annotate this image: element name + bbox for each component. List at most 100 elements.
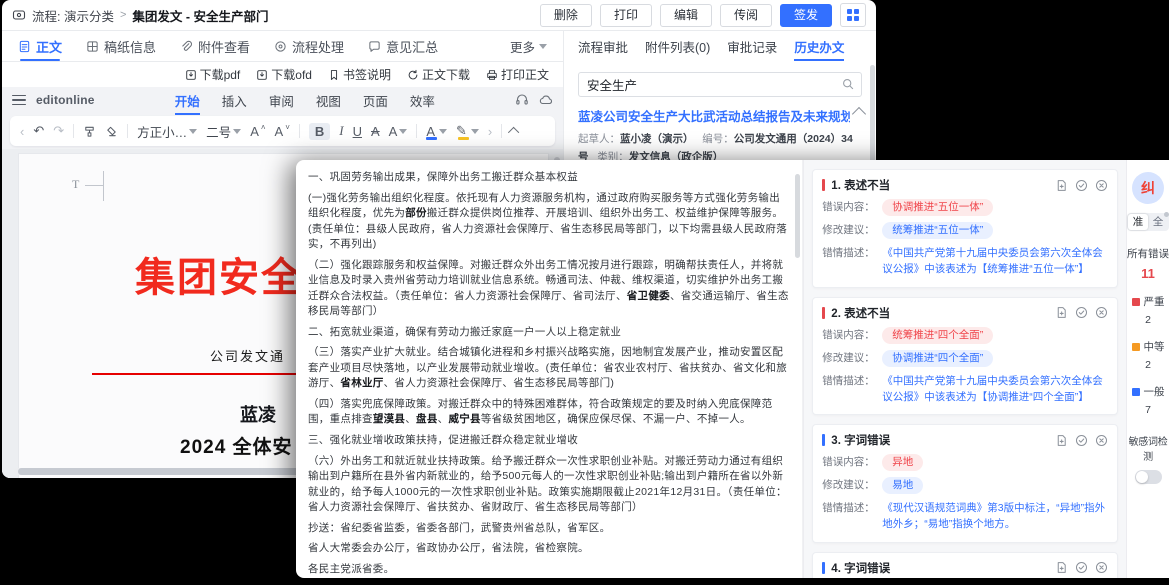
- document-paragraph: （三）落实产业扩大就业。结合城镇化进程和乡村振兴战略实施，因地制宜发展产业，推动…: [308, 345, 790, 392]
- dismiss-close-icon[interactable]: [1095, 306, 1108, 319]
- redo-icon[interactable]: ↷: [53, 123, 64, 139]
- document-scrollbar[interactable]: [794, 160, 803, 578]
- dismiss-close-icon[interactable]: [1095, 434, 1108, 447]
- menu-efficiency[interactable]: 效率: [410, 91, 435, 110]
- proofread-logo[interactable]: 纠: [1132, 172, 1164, 204]
- highlight-button[interactable]: ✎: [456, 123, 479, 139]
- severe-count: 2: [1127, 314, 1169, 326]
- legend-medium[interactable]: 中等: [1127, 339, 1169, 354]
- apps-grid-button[interactable]: [840, 3, 866, 27]
- tab-opinions[interactable]: 意见汇总: [368, 31, 438, 61]
- apply-to-doc-icon[interactable]: [1055, 179, 1068, 192]
- apply-to-doc-icon[interactable]: [1055, 306, 1068, 319]
- italic-button[interactable]: I: [339, 123, 343, 139]
- flagged-word[interactable]: 省卫健委: [627, 290, 670, 302]
- accept-check-icon[interactable]: [1075, 306, 1088, 319]
- flagged-word[interactable]: 省林业厅: [340, 377, 383, 389]
- error-card[interactable]: 3. 字词错误 错误内容：异地修改建议：易地错情描述：《现代汉语规范词典》第3版…: [812, 424, 1118, 543]
- search-input[interactable]: [578, 72, 862, 97]
- panel-scrollbar[interactable]: [870, 65, 875, 173]
- tab-approval-records[interactable]: 审批记录: [727, 31, 777, 61]
- format-toolbar: ‹ ↶ ↷ 方正小… 二号 A˄ A˅ B I U A A: [10, 116, 555, 146]
- download-pdf-link[interactable]: 下载pdf: [185, 66, 241, 83]
- menu-review[interactable]: 审阅: [269, 91, 294, 110]
- menu-view[interactable]: 视图: [316, 91, 341, 110]
- undo-icon[interactable]: ↶: [33, 123, 44, 139]
- grid-icon: [847, 9, 859, 21]
- accept-check-icon[interactable]: [1075, 561, 1088, 574]
- mode-accurate-button[interactable]: 准: [1128, 214, 1148, 230]
- scroll-left-icon[interactable]: ‹: [20, 124, 24, 139]
- scroll-right-icon[interactable]: ›: [488, 124, 492, 139]
- edit-button[interactable]: 编辑: [660, 4, 712, 27]
- tab-process[interactable]: 流程处理: [274, 31, 344, 61]
- menu-insert[interactable]: 插入: [222, 91, 247, 110]
- body-download-link[interactable]: 正文下载: [407, 66, 470, 83]
- accept-check-icon[interactable]: [1075, 434, 1088, 447]
- flagged-word[interactable]: 望漠县: [373, 413, 405, 425]
- error-card[interactable]: 2. 表述不当 错误内容：统筹推进“四个全面”修改建议：协调推进“四个全面”错情…: [812, 297, 1118, 416]
- breadcrumb-prefix[interactable]: 流程: 演示分类: [32, 6, 114, 25]
- proofreading-window: 一、巩固劳务输出成果，保障外出务工搬迁群众基本权益(一)强化劳务输出组织化程度。…: [296, 160, 1169, 578]
- apply-to-doc-icon[interactable]: [1055, 434, 1068, 447]
- sensitive-words-toggle[interactable]: [1135, 470, 1162, 484]
- collapse-toolbar-icon[interactable]: [508, 127, 519, 138]
- tab-attachments[interactable]: 附件查看: [180, 31, 250, 61]
- menu-page[interactable]: 页面: [363, 91, 388, 110]
- strikethrough-button[interactable]: A: [371, 124, 380, 139]
- dismiss-close-icon[interactable]: [1095, 561, 1108, 574]
- font-size-select[interactable]: 二号: [206, 122, 241, 141]
- error-card[interactable]: 4. 字词错误 错误内容：部份修改建议：部分: [812, 552, 1118, 578]
- document-tabs: 正文 稿纸信息 附件查看 流程处理 意见汇总: [2, 31, 563, 62]
- cloud-sync-icon[interactable]: [539, 93, 553, 107]
- bookmark-help-link[interactable]: 书签说明: [328, 66, 391, 83]
- hamburger-icon[interactable]: [12, 95, 26, 106]
- legend-normal[interactable]: 一般: [1127, 384, 1169, 399]
- print-button[interactable]: 打印: [600, 4, 652, 27]
- error-card[interactable]: 1. 表述不当 错误内容：协调推进“五位一体”修改建议：统筹推进“五位一体”错情…: [812, 169, 1118, 288]
- proofread-document[interactable]: 一、巩固劳务输出成果，保障外出务工搬迁群众基本权益(一)强化劳务输出组织化程度。…: [296, 160, 794, 578]
- more-menu[interactable]: 更多: [510, 37, 547, 56]
- format-painter-icon[interactable]: [83, 125, 96, 138]
- error-description[interactable]: 《现代汉语规范词典》第3版中标注，“异地”指外地外乡；“易地”指换个地方。: [882, 500, 1108, 533]
- font-color-button[interactable]: A: [426, 124, 447, 139]
- error-description[interactable]: 《中国共产党第十九届中央委员会第六次全体会议公报》中该表述为【统筹推进“五位一体…: [882, 245, 1108, 278]
- chevron-down-icon: [189, 129, 197, 138]
- print-body-link[interactable]: 打印正文: [486, 66, 549, 83]
- flagged-word[interactable]: 威宁县: [448, 413, 480, 425]
- accept-check-icon[interactable]: [1075, 179, 1088, 192]
- menu-home[interactable]: 开始: [175, 91, 200, 110]
- circulate-button[interactable]: 传阅: [720, 4, 772, 27]
- tab-attachment-list[interactable]: 附件列表(0): [645, 31, 710, 61]
- clear-format-icon[interactable]: [105, 125, 118, 138]
- apply-to-doc-icon[interactable]: [1055, 561, 1068, 574]
- chevron-up-icon[interactable]: [852, 107, 866, 121]
- decrease-font-icon[interactable]: A˅: [275, 124, 290, 139]
- more-text-styles[interactable]: A: [389, 124, 408, 139]
- support-headset-icon[interactable]: [515, 93, 529, 107]
- underline-button[interactable]: U: [353, 124, 362, 139]
- legend-severe[interactable]: 严重: [1127, 294, 1169, 309]
- error-description[interactable]: 《中国共产党第十九届中央委员会第六次全体会议公报》中该表述为【协调推进“四个全面…: [882, 373, 1108, 406]
- flagged-word[interactable]: 部份: [405, 207, 427, 219]
- process-icon: [274, 40, 287, 53]
- search-icon[interactable]: [841, 77, 855, 91]
- error-card-title: 3. 字词错误: [831, 432, 1055, 448]
- all-errors-label: 所有错误: [1127, 246, 1169, 261]
- tab-history-docs[interactable]: 历史办文: [794, 31, 844, 61]
- dismiss-close-icon[interactable]: [1095, 179, 1108, 192]
- sign-issue-button[interactable]: 签发: [780, 4, 832, 27]
- download-ofd-link[interactable]: 下载ofd: [256, 66, 312, 83]
- delete-button[interactable]: 删除: [540, 4, 592, 27]
- mode-full-button[interactable]: 全: [1148, 214, 1168, 230]
- font-family-select[interactable]: 方正小…: [137, 122, 197, 141]
- document-paragraph: 三、强化就业增收政策扶持，促进搬迁群众稳定就业增收: [308, 433, 790, 449]
- bold-button[interactable]: B: [309, 123, 330, 140]
- tab-draft-info[interactable]: 稿纸信息: [86, 31, 156, 61]
- all-errors-count: 11: [1127, 266, 1169, 281]
- increase-font-icon[interactable]: A˄: [250, 124, 265, 139]
- tab-flow-approval[interactable]: 流程审批: [578, 31, 628, 61]
- tab-body-text[interactable]: 正文: [18, 31, 62, 61]
- flagged-word[interactable]: 盘县: [416, 413, 438, 425]
- result-title[interactable]: 蓝凌公司安全生产大比武活动总结报告及未来规划: [578, 106, 850, 125]
